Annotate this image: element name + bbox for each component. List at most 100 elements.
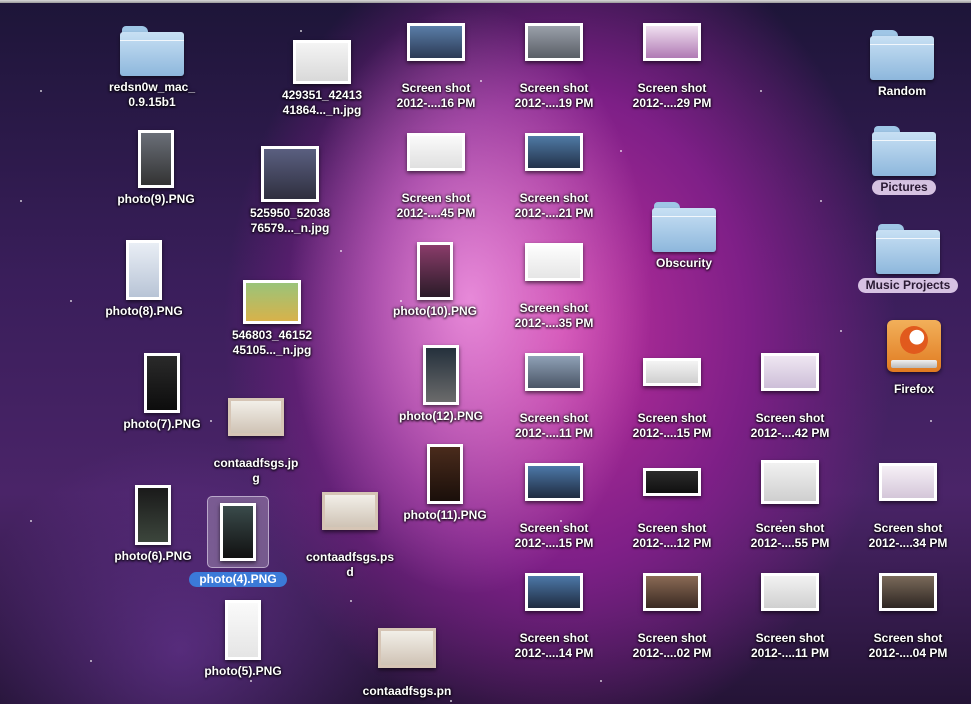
screenshot-thumbnail <box>525 243 583 281</box>
file-label: Screen shot 2012-....04 PM <box>868 631 948 660</box>
star-dot <box>90 660 92 662</box>
folder-obscurity[interactable]: Obscurity <box>644 202 724 271</box>
file-label: Screen shot 2012-....02 PM <box>632 631 712 660</box>
phone-screenshot-thumbnail <box>225 600 261 660</box>
file-screenshot-16pm[interactable]: Screen shot 2012-....16 PM <box>388 23 484 111</box>
file-photo-9[interactable]: photo(9).PNG <box>108 130 204 207</box>
image-thumbnail <box>322 492 378 530</box>
phone-screenshot-thumbnail <box>126 240 162 300</box>
screenshot-thumbnail <box>525 353 583 391</box>
file-screenshot-11pm-b[interactable]: Screen shot 2012-....11 PM <box>742 573 838 661</box>
file-photo-12[interactable]: photo(12).PNG <box>394 345 488 424</box>
file-screenshot-42pm[interactable]: Screen shot 2012-....42 PM <box>742 353 838 441</box>
file-label: photo(10).PNG <box>393 304 477 318</box>
file-contaadfsgs-png[interactable]: contaadfsgs.pn <box>356 628 458 699</box>
star-dot <box>30 520 32 522</box>
file-label: Screen shot 2012-....42 PM <box>750 411 830 440</box>
folder-icon <box>870 30 934 80</box>
folder-pictures[interactable]: Pictures <box>862 126 946 195</box>
file-label: Screen shot 2012-....11 PM <box>750 631 830 660</box>
file-label: contaadfsgs.pn <box>362 684 452 698</box>
file-photo-7[interactable]: photo(7).PNG <box>118 353 206 432</box>
file-label: contaadfsgs.jp g <box>213 456 299 485</box>
file-contaadfsgs-psd[interactable]: contaadfsgs.ps d <box>300 492 400 580</box>
star-dot <box>600 680 602 682</box>
file-photo-10[interactable]: photo(10).PNG <box>388 242 482 319</box>
file-label: photo(11).PNG <box>403 508 487 522</box>
file-screenshot-02pm[interactable]: Screen shot 2012-....02 PM <box>624 573 720 661</box>
screenshot-thumbnail <box>643 573 701 611</box>
folder-icon <box>652 202 716 252</box>
file-photo-4[interactable]: photo(4).PNG <box>188 496 288 587</box>
star-dot <box>70 300 72 302</box>
file-screenshot-55pm[interactable]: Screen shot 2012-....55 PM <box>742 460 838 551</box>
phone-screenshot-thumbnail <box>417 242 453 300</box>
screenshot-thumbnail <box>643 468 701 496</box>
file-525950-jpg[interactable]: 525950_52038 76579..._n.jpg <box>238 146 342 236</box>
file-label: Screen shot 2012-....55 PM <box>750 521 830 550</box>
folder-music-projects[interactable]: Music Projects <box>852 224 964 293</box>
screenshot-thumbnail <box>643 358 701 386</box>
phone-screenshot-thumbnail <box>427 444 463 504</box>
file-label: Screen shot 2012-....12 PM <box>632 521 712 550</box>
folder-label: Pictures <box>872 180 936 195</box>
file-label: photo(12).PNG <box>399 409 483 423</box>
screenshot-thumbnail <box>643 23 701 61</box>
app-firefox[interactable]: Firefox <box>878 320 950 397</box>
file-label-selected: photo(4).PNG <box>189 572 287 587</box>
star-dot <box>760 90 762 92</box>
file-label: Screen shot 2012-....35 PM <box>514 301 594 330</box>
star-dot <box>350 600 352 602</box>
star-dot <box>450 700 452 702</box>
folder-label: redsn0w_mac_ 0.9.15b1 <box>108 80 196 109</box>
selection-highlight <box>207 496 269 568</box>
image-thumbnail <box>243 280 301 324</box>
file-429351-jpg[interactable]: 429351_42413 41864..._n.jpg <box>270 40 374 118</box>
firefox-drive-icon <box>887 320 941 372</box>
star-dot <box>250 680 252 682</box>
star-dot <box>340 250 342 252</box>
screenshot-thumbnail <box>761 573 819 611</box>
image-thumbnail <box>293 40 351 84</box>
file-screenshot-15pm-b[interactable]: Screen shot 2012-....15 PM <box>506 463 602 551</box>
phone-screenshot-thumbnail <box>423 345 459 405</box>
file-screenshot-45pm[interactable]: Screen shot 2012-....45 PM <box>388 133 484 221</box>
star-dot <box>840 330 842 332</box>
file-label: Screen shot 2012-....19 PM <box>514 81 594 110</box>
file-label: Screen shot 2012-....45 PM <box>396 191 476 220</box>
file-screenshot-35pm[interactable]: Screen shot 2012-....35 PM <box>506 243 602 331</box>
file-label: Screen shot 2012-....34 PM <box>868 521 948 550</box>
file-546803-jpg[interactable]: 546803_46152 45105..._n.jpg <box>220 280 324 358</box>
star-dot <box>930 420 932 422</box>
file-screenshot-04pm[interactable]: Screen shot 2012-....04 PM <box>860 573 956 661</box>
app-label: Firefox <box>893 382 934 396</box>
file-label: photo(8).PNG <box>105 304 183 318</box>
folder-redsn0w[interactable]: redsn0w_mac_ 0.9.15b1 <box>108 26 196 110</box>
file-screenshot-11pm-a[interactable]: Screen shot 2012-....11 PM <box>506 353 602 441</box>
file-photo-11[interactable]: photo(11).PNG <box>398 444 492 523</box>
folder-label: Random <box>878 84 926 98</box>
file-label: 525950_52038 76579..._n.jpg <box>249 206 331 235</box>
file-contaadfsgs-jpg[interactable]: contaadfsgs.jp g <box>208 398 304 486</box>
file-photo-8[interactable]: photo(8).PNG <box>100 240 188 319</box>
screenshot-thumbnail <box>525 23 583 61</box>
file-screenshot-21pm[interactable]: Screen shot 2012-....21 PM <box>506 133 602 221</box>
star-dot <box>300 30 302 32</box>
folder-icon <box>876 224 940 274</box>
file-label: photo(5).PNG <box>204 664 282 678</box>
file-screenshot-15pm-a[interactable]: Screen shot 2012-....15 PM <box>624 358 720 441</box>
file-screenshot-14pm[interactable]: Screen shot 2012-....14 PM <box>506 573 602 661</box>
file-label: contaadfsgs.ps d <box>305 550 395 579</box>
file-label: photo(9).PNG <box>117 192 195 206</box>
file-label: 429351_42413 41864..._n.jpg <box>281 88 363 117</box>
folder-label: Music Projects <box>857 278 959 293</box>
screenshot-thumbnail <box>879 573 937 611</box>
file-screenshot-12pm[interactable]: Screen shot 2012-....12 PM <box>624 468 720 551</box>
file-photo-5[interactable]: photo(5).PNG <box>198 600 288 679</box>
file-photo-6[interactable]: photo(6).PNG <box>108 485 198 564</box>
file-screenshot-29pm[interactable]: Screen shot 2012-....29 PM <box>624 23 720 111</box>
file-screenshot-34pm[interactable]: Screen shot 2012-....34 PM <box>860 463 956 551</box>
file-label: Screen shot 2012-....15 PM <box>514 521 594 550</box>
folder-random[interactable]: Random <box>862 30 942 99</box>
file-screenshot-19pm[interactable]: Screen shot 2012-....19 PM <box>506 23 602 111</box>
